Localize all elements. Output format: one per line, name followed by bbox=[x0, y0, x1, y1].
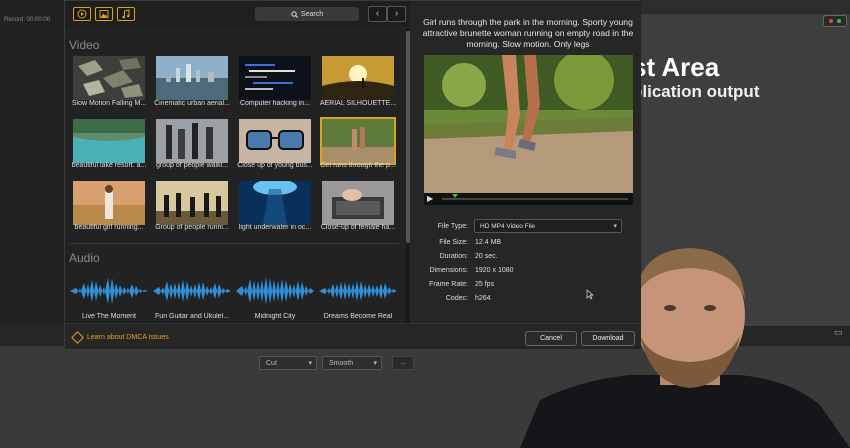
video-thumb[interactable] bbox=[322, 56, 394, 100]
video-section-heading: Video bbox=[69, 38, 100, 52]
dialog-footer: Learn about DMCA Issues Cancel Download bbox=[65, 323, 641, 349]
frame-rate-value: 25 fps bbox=[475, 281, 495, 288]
audio-tab[interactable] bbox=[117, 7, 135, 21]
video-tab[interactable] bbox=[73, 7, 91, 21]
mouse-cursor-icon bbox=[586, 289, 594, 300]
stock-media-dialog: Search ‹ › Video Slow Motion Falling M..… bbox=[64, 0, 641, 349]
prev-page-button[interactable]: ‹ bbox=[368, 6, 387, 22]
video-thumb[interactable] bbox=[73, 119, 145, 163]
video-thumb[interactable] bbox=[239, 56, 311, 100]
duration-value: 20 sec. bbox=[475, 253, 498, 260]
dimensions-value: 1920 x 1080 bbox=[475, 267, 514, 274]
search-icon bbox=[291, 10, 298, 18]
image-icon bbox=[99, 10, 109, 18]
audio-section-heading: Audio bbox=[69, 251, 100, 265]
audio-waveform[interactable] bbox=[319, 271, 397, 311]
section-divider bbox=[69, 243, 399, 244]
audio-waveform[interactable] bbox=[236, 271, 314, 311]
play-icon[interactable]: ▶ bbox=[427, 194, 433, 203]
video-title: Girl runs through the p... bbox=[320, 162, 396, 169]
close-dot-icon[interactable] bbox=[829, 19, 833, 23]
video-thumb[interactable] bbox=[156, 56, 228, 100]
transition-dropdown[interactable]: Cut bbox=[259, 356, 317, 370]
audio-title: Dreams Become Real bbox=[323, 313, 393, 320]
image-tab[interactable] bbox=[95, 7, 113, 21]
dimensions-label: Dimensions: bbox=[429, 267, 468, 274]
progress-marker[interactable] bbox=[452, 194, 459, 198]
video-title: light underwater in oc... bbox=[238, 224, 312, 231]
codec-label: Codec: bbox=[445, 295, 468, 302]
music-note-icon bbox=[122, 9, 130, 19]
cancel-button[interactable]: Cancel bbox=[525, 331, 577, 346]
file-type-label: File Type: bbox=[437, 223, 468, 230]
video-thumb[interactable] bbox=[73, 56, 145, 100]
video-title: Computer hacking in... bbox=[239, 100, 311, 107]
audio-waveform[interactable] bbox=[70, 271, 148, 311]
media-browser: Search ‹ › Video Slow Motion Falling M..… bbox=[65, 1, 411, 323]
browser-toolbar: Search ‹ › bbox=[65, 1, 410, 27]
apply-arrow-button[interactable]: → bbox=[392, 356, 414, 370]
video-title: Cinematic urban aerial... bbox=[154, 100, 230, 107]
video-thumb[interactable] bbox=[156, 181, 228, 225]
play-circle-icon bbox=[77, 9, 87, 19]
preview-description: Girl runs through the park in the mornin… bbox=[422, 17, 634, 50]
download-button[interactable]: Download bbox=[581, 331, 635, 346]
video-thumb[interactable] bbox=[322, 181, 394, 225]
slide-subtitle: plication output bbox=[632, 82, 760, 101]
audio-title: Live The Moment bbox=[82, 313, 136, 320]
video-thumb[interactable] bbox=[239, 119, 311, 163]
audio-title: Fun Guitar and Ukulel... bbox=[155, 313, 229, 320]
file-size-value: 12.4 MB bbox=[475, 239, 502, 246]
progress-track[interactable] bbox=[442, 198, 628, 200]
file-size-label: File Size: bbox=[439, 239, 468, 246]
audio-waveform[interactable] bbox=[153, 271, 231, 311]
audio-title: Midnight City bbox=[254, 313, 296, 320]
search-label: Search bbox=[300, 10, 324, 18]
slide-title: st Area bbox=[632, 52, 720, 82]
video-title: beautiful girl running... bbox=[74, 224, 144, 231]
video-thumb-selected[interactable] bbox=[320, 117, 396, 165]
next-page-button[interactable]: › bbox=[387, 6, 406, 22]
frame-rate-label: Frame Rate: bbox=[429, 281, 468, 288]
video-title: beautiful lake resort. a... bbox=[71, 162, 147, 169]
codec-value: h264 bbox=[475, 295, 491, 302]
video-thumb[interactable] bbox=[156, 119, 228, 163]
preview-pane: Girl runs through the park in the mornin… bbox=[410, 1, 641, 323]
easing-dropdown[interactable]: Smooth bbox=[322, 356, 382, 370]
video-title: group of people walki... bbox=[156, 162, 228, 169]
video-title: Close up of young bus... bbox=[237, 162, 313, 169]
zoom-dot-icon[interactable] bbox=[837, 19, 841, 23]
record-timer: Record: 00:00:00 bbox=[4, 17, 51, 23]
dmca-link[interactable]: Learn about DMCA Issues bbox=[87, 334, 169, 341]
video-progress[interactable]: ▶ bbox=[424, 193, 633, 205]
search-field[interactable]: Search bbox=[255, 7, 359, 21]
video-preview[interactable] bbox=[424, 55, 633, 193]
file-type-dropdown[interactable]: HD MP4 Video File bbox=[474, 219, 622, 233]
window-controls[interactable] bbox=[823, 15, 847, 27]
video-title: Close-up of female ha... bbox=[320, 224, 396, 231]
video-title: Group of people runni... bbox=[155, 224, 229, 231]
video-thumb[interactable] bbox=[73, 181, 145, 225]
video-thumb[interactable] bbox=[239, 181, 311, 225]
video-title: Slow Motion Falling M... bbox=[71, 100, 147, 107]
video-title: AERIAL SILHOUETTE... bbox=[319, 100, 397, 107]
warning-icon bbox=[71, 331, 84, 344]
duration-label: Duration: bbox=[439, 253, 468, 260]
